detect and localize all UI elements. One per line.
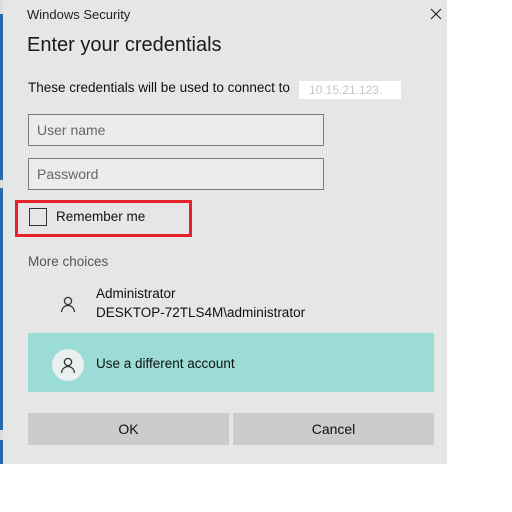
close-icon — [430, 8, 442, 20]
window-title: Windows Security — [27, 7, 131, 22]
redacted-host: 10.15.21.123. — [299, 81, 401, 99]
screen: Windows Security Enter your credentials … — [0, 0, 512, 512]
avatar — [52, 349, 84, 381]
avatar — [52, 288, 84, 320]
close-button[interactable] — [426, 4, 446, 24]
remember-me-checkbox[interactable] — [29, 208, 47, 226]
dialog-description: These credentials will be used to connec… — [28, 80, 290, 95]
username-input[interactable] — [28, 114, 324, 146]
account-name: Administrator — [96, 286, 176, 301]
password-input[interactable] — [28, 158, 324, 190]
account-name: Use a different account — [96, 356, 235, 371]
user-icon — [60, 296, 76, 313]
user-icon — [60, 357, 76, 374]
cancel-button[interactable]: Cancel — [233, 413, 434, 445]
dialog-heading: Enter your credentials — [27, 34, 222, 56]
account-option-administrator[interactable]: Administrator DESKTOP-72TLS4M\administra… — [28, 282, 434, 326]
remember-me-label[interactable]: Remember me — [56, 209, 145, 224]
ok-button[interactable]: OK — [28, 413, 229, 445]
more-choices-label: More choices — [28, 254, 109, 269]
credentials-dialog: Windows Security Enter your credentials … — [3, 0, 447, 464]
account-option-different[interactable]: Use a different account — [28, 333, 434, 392]
account-detail: DESKTOP-72TLS4M\administrator — [96, 305, 306, 320]
